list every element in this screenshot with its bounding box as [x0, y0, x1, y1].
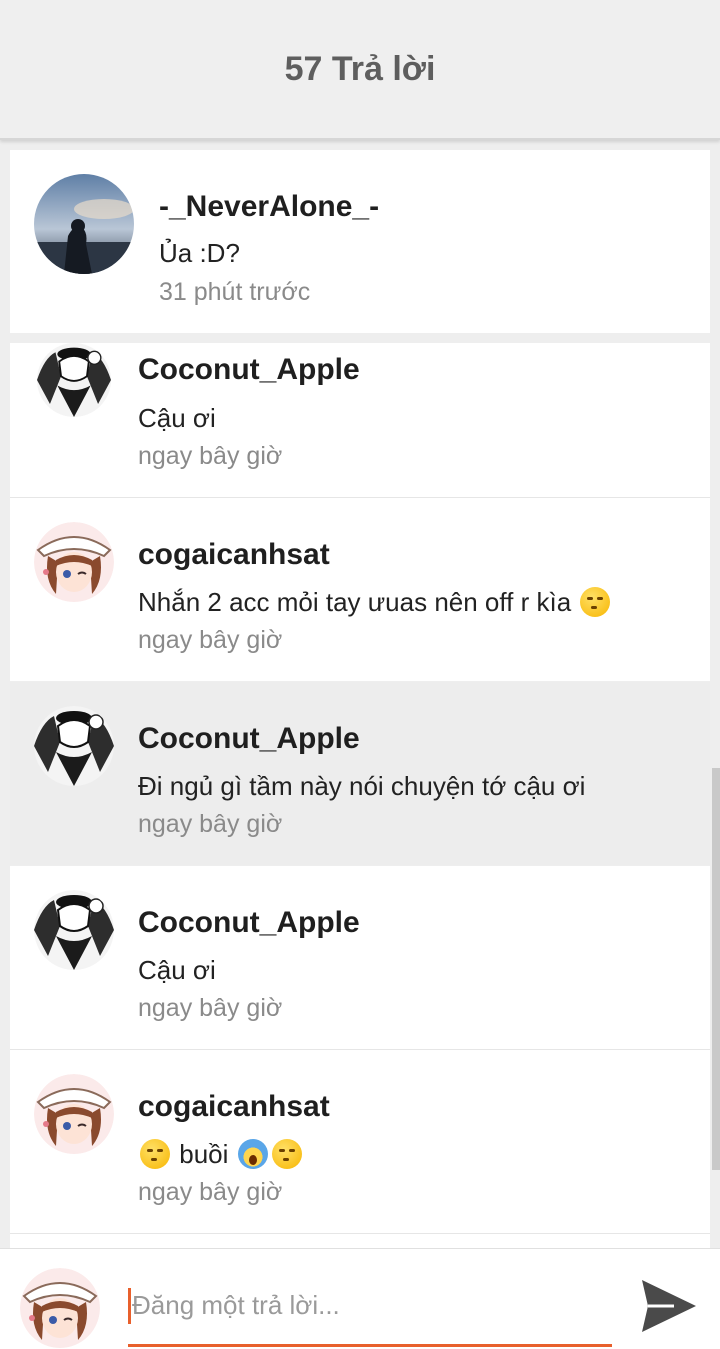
- reply-time: ngay bây giờ: [138, 994, 283, 1022]
- reply-message: Nhắn 2 acc mỏi tay ưuas nên off r kìa: [138, 587, 612, 618]
- top-bar: 57 Trả lời: [0, 0, 720, 140]
- reply-message: Đi ngủ gì tầm này nói chuyện tớ cậu ơi: [138, 771, 586, 801]
- reply-time: ngay bây giờ: [138, 1178, 283, 1206]
- reply-message: Cậu ơi: [138, 403, 216, 433]
- send-icon: [642, 1280, 696, 1332]
- reply-time: ngay bây giờ: [138, 810, 283, 838]
- scrollbar[interactable]: [712, 768, 720, 1170]
- reply-message: buồi: [138, 1139, 304, 1170]
- page-title: 57 Trả lời: [284, 49, 436, 88]
- input-underline: [128, 1344, 612, 1347]
- reply-item-highlighted[interactable]: Coconut_Apple Đi ngủ gì tầm này nói chuy…: [10, 682, 710, 865]
- reply-username[interactable]: Coconut_Apple: [138, 722, 360, 756]
- comment-message: Ủa :D?: [159, 238, 240, 268]
- avatar[interactable]: [34, 706, 114, 786]
- reply-item[interactable]: Coconut_Apple Cậu ơi ngay bây giờ: [10, 866, 710, 1049]
- reply-username[interactable]: cogaicanhsat: [138, 538, 330, 572]
- reply-username[interactable]: Coconut_Apple: [138, 353, 360, 387]
- parent-comment[interactable]: -_NeverAlone_- Ủa :D? 31 phút trước: [10, 150, 710, 333]
- reply-item-partial: [10, 1234, 710, 1248]
- smirk-emoji-icon: [580, 587, 611, 617]
- scream-emoji-icon: [237, 1139, 268, 1169]
- my-avatar[interactable]: [20, 1268, 100, 1348]
- text-caret: [128, 1288, 131, 1324]
- reply-username[interactable]: Coconut_Apple: [138, 906, 360, 940]
- avatar[interactable]: [34, 343, 114, 417]
- comment-username[interactable]: -_NeverAlone_-: [159, 190, 379, 224]
- reply-message: Cậu ơi: [138, 955, 216, 985]
- reply-input[interactable]: [128, 1283, 616, 1327]
- reply-username[interactable]: cogaicanhsat: [138, 1090, 330, 1124]
- avatar[interactable]: [34, 174, 134, 274]
- send-button[interactable]: [640, 1278, 698, 1334]
- reply-item[interactable]: Coconut_Apple Cậu ơi ngay bây giờ: [10, 343, 710, 497]
- comment-time: 31 phút trước: [159, 278, 311, 306]
- reply-time: ngay bây giờ: [138, 626, 283, 654]
- avatar[interactable]: [34, 890, 114, 970]
- reply-item[interactable]: cogaicanhsat Nhắn 2 acc mỏi tay ưuas nên…: [10, 498, 710, 681]
- smirk-emoji-icon: [271, 1139, 302, 1169]
- reply-item[interactable]: cogaicanhsat buồi ngay bây giờ: [10, 1050, 710, 1233]
- reply-time: ngay bây giờ: [138, 442, 283, 470]
- smirk-emoji-icon: [140, 1139, 170, 1169]
- avatar[interactable]: [34, 1074, 114, 1154]
- avatar[interactable]: [34, 522, 114, 602]
